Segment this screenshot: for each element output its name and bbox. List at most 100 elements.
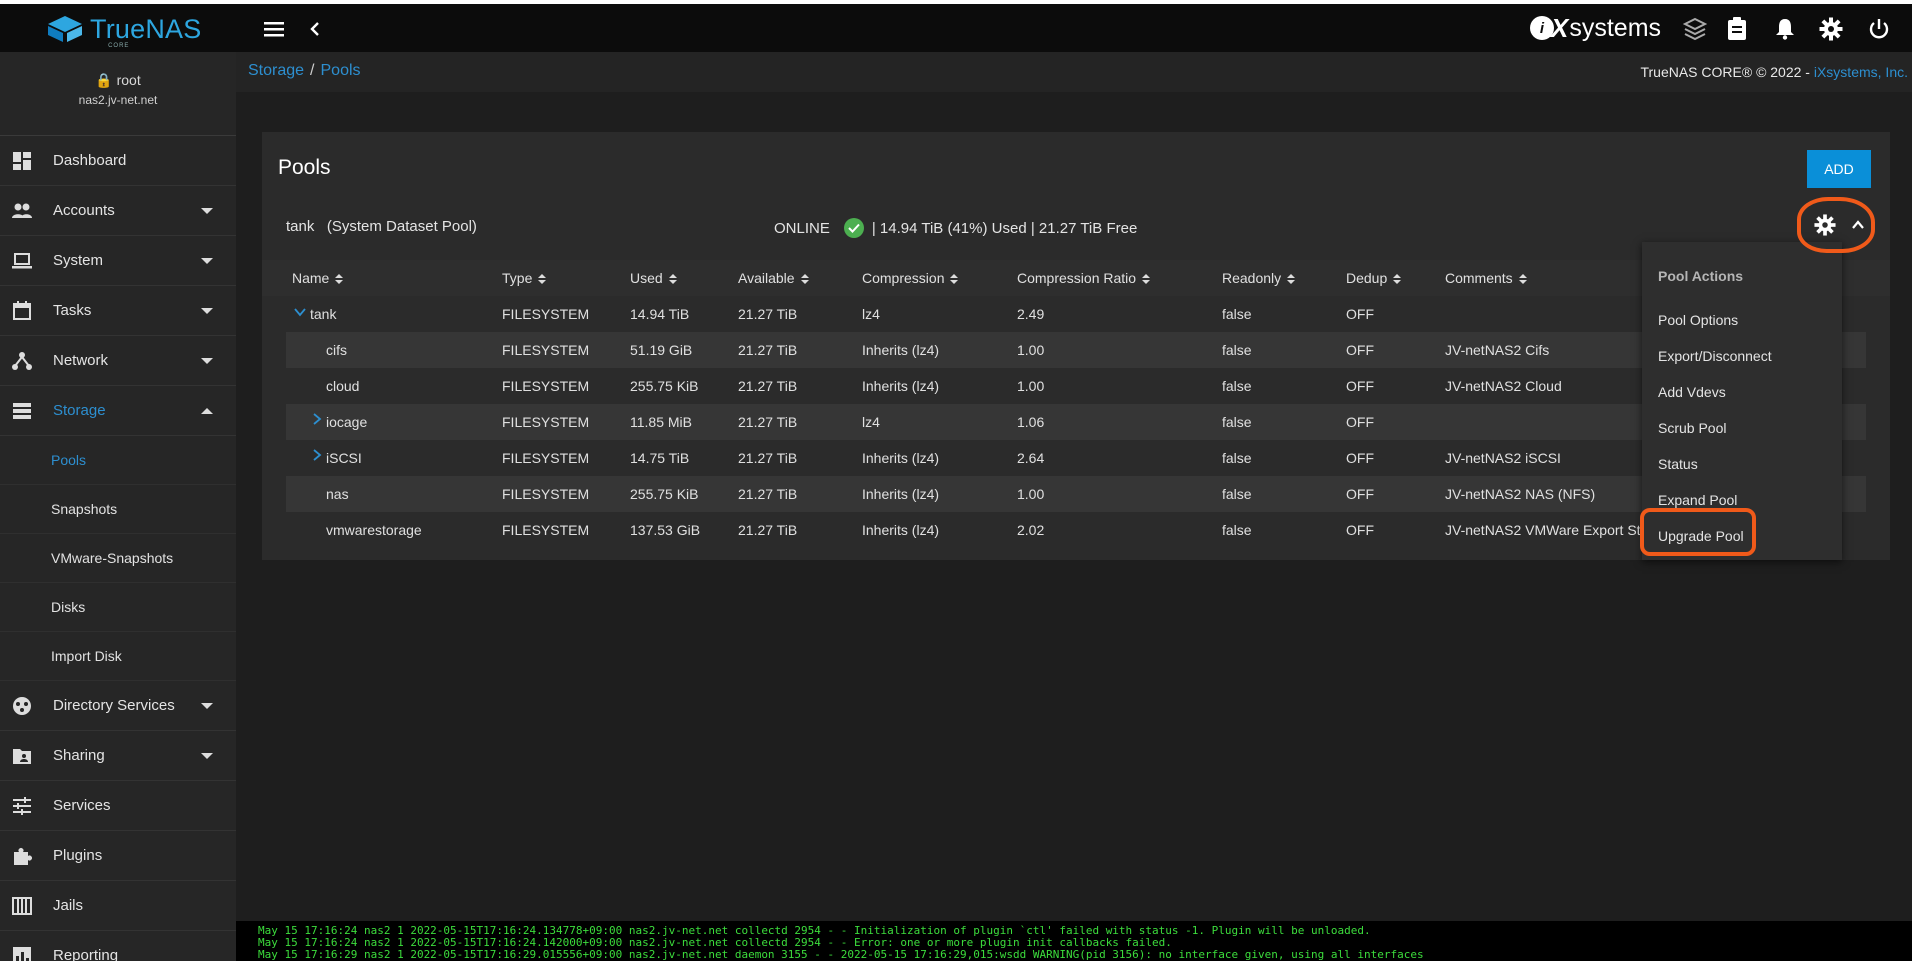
sidebar-item-label: Sharing bbox=[53, 747, 105, 764]
sidebar-item-storage[interactable]: Storage bbox=[0, 386, 236, 436]
cell-readonly: false bbox=[1222, 450, 1252, 466]
laptop-icon bbox=[12, 253, 32, 269]
column-header-comments[interactable]: Comments bbox=[1445, 270, 1527, 286]
sidebar-item-network[interactable]: Network bbox=[0, 336, 236, 386]
power-icon[interactable] bbox=[1866, 16, 1892, 42]
back-icon[interactable] bbox=[302, 16, 328, 42]
column-header-readonly[interactable]: Readonly bbox=[1222, 270, 1296, 286]
cell-compression: Inherits (lz4) bbox=[862, 378, 940, 394]
calendar-icon bbox=[13, 301, 31, 320]
sidebar-subitem-disks[interactable]: Disks bbox=[0, 583, 236, 632]
menu-item-export-disconnect[interactable]: Export/Disconnect bbox=[1658, 348, 1772, 364]
column-header-compression-ratio[interactable]: Compression Ratio bbox=[1017, 270, 1151, 286]
cell-compression: Inherits (lz4) bbox=[862, 486, 940, 502]
ixsystems-link[interactable]: iXsystems, Inc. bbox=[1814, 64, 1908, 80]
cell-readonly: false bbox=[1222, 306, 1252, 322]
directory-icon bbox=[13, 697, 31, 715]
sidebar-item-directory-services[interactable]: Directory Services bbox=[0, 681, 236, 731]
sidebar: 🔒 root nas2.jv-net.net Dashboard Account… bbox=[0, 52, 236, 961]
sort-icon bbox=[800, 274, 809, 284]
layers-icon[interactable] bbox=[1682, 16, 1708, 42]
breadcrumb-pools[interactable]: Pools bbox=[321, 62, 361, 79]
column-header-compression[interactable]: Compression bbox=[862, 270, 959, 286]
sidebar-item-label: Plugins bbox=[53, 847, 103, 864]
puzzle-icon bbox=[14, 848, 32, 865]
cell-used: 14.94 TiB bbox=[630, 306, 690, 322]
sidebar-subitem-pools[interactable]: Pools bbox=[0, 436, 236, 485]
cell-ratio: 2.02 bbox=[1017, 522, 1045, 538]
chevron-down-icon bbox=[201, 258, 213, 264]
menu-item-expand-pool[interactable]: Expand Pool bbox=[1658, 492, 1737, 508]
sidebar-item-services[interactable]: Services bbox=[0, 781, 236, 831]
cell-readonly: false bbox=[1222, 522, 1252, 538]
table-row[interactable]: vmwarestorage FILESYSTEM 137.53 GiB 21.2… bbox=[286, 512, 1866, 548]
sidebar-item-system[interactable]: System bbox=[0, 236, 236, 286]
sidebar-subitem-vmware-snapshots[interactable]: VMware-Snapshots bbox=[0, 534, 236, 583]
menu-item-scrub-pool[interactable]: Scrub Pool bbox=[1658, 420, 1726, 436]
column-header-available[interactable]: Available bbox=[738, 270, 809, 286]
people-icon bbox=[12, 203, 32, 218]
sidebar-item-jails[interactable]: Jails bbox=[0, 881, 236, 931]
sort-icon bbox=[1393, 274, 1402, 284]
sidebar-item-sharing[interactable]: Sharing bbox=[0, 731, 236, 781]
table-row[interactable]: iocage FILESYSTEM 11.85 MiB 21.27 TiB lz… bbox=[286, 404, 1866, 440]
cell-name: iSCSI bbox=[326, 450, 362, 466]
cell-comment: JV-netNAS2 iSCSI bbox=[1445, 450, 1561, 466]
cell-readonly: false bbox=[1222, 414, 1252, 430]
menu-item-pool-options[interactable]: Pool Options bbox=[1658, 312, 1738, 328]
breadcrumb-storage[interactable]: Storage bbox=[248, 62, 304, 79]
table-row[interactable]: cifs FILESYSTEM 51.19 GiB 21.27 TiB Inhe… bbox=[286, 332, 1866, 368]
cell-dedup: OFF bbox=[1346, 450, 1374, 466]
truenas-logo[interactable]: TrueNAS CORE bbox=[46, 13, 201, 49]
sidebar-subitem-snapshots[interactable]: Snapshots bbox=[0, 485, 236, 534]
collapsed-chevron-icon[interactable] bbox=[312, 412, 322, 428]
cell-dedup: OFF bbox=[1346, 378, 1374, 394]
cell-name: vmwarestorage bbox=[326, 522, 422, 538]
cell-used: 51.19 GiB bbox=[630, 342, 693, 358]
cell-available: 21.27 TiB bbox=[738, 378, 798, 394]
sidebar-item-label: System bbox=[53, 252, 104, 269]
sidebar-item-label: Jails bbox=[53, 897, 84, 914]
cell-used: 137.53 GiB bbox=[630, 522, 701, 538]
cell-ratio: 2.49 bbox=[1017, 306, 1045, 322]
collapsed-chevron-icon[interactable] bbox=[312, 448, 322, 464]
menu-icon[interactable] bbox=[261, 16, 287, 42]
sort-icon bbox=[1142, 274, 1151, 284]
chevron-up-icon bbox=[201, 408, 213, 414]
sidebar-item-accounts[interactable]: Accounts bbox=[0, 186, 236, 236]
gear-icon[interactable] bbox=[1818, 16, 1844, 42]
column-header-name[interactable]: Name bbox=[292, 270, 344, 286]
sidebar-item-label: Accounts bbox=[53, 202, 115, 219]
table-row[interactable]: cloud FILESYSTEM 255.75 KiB 21.27 TiB In… bbox=[286, 368, 1866, 404]
cell-dedup: OFF bbox=[1346, 486, 1374, 502]
menu-item-status[interactable]: Status bbox=[1658, 456, 1698, 472]
column-header-dedup[interactable]: Dedup bbox=[1346, 270, 1402, 286]
table-row[interactable]: nas FILESYSTEM 255.75 KiB 21.27 TiB Inhe… bbox=[286, 476, 1866, 512]
chevron-down-icon bbox=[201, 703, 213, 709]
sidebar-item-reporting[interactable]: Reporting bbox=[0, 931, 236, 961]
annotation-box-upgrade-pool bbox=[1640, 508, 1756, 556]
breadcrumb-separator: / bbox=[310, 62, 315, 79]
sidebar-item-dashboard[interactable]: Dashboard bbox=[0, 136, 236, 186]
menu-item-add-vdevs[interactable]: Add Vdevs bbox=[1658, 384, 1726, 400]
column-header-type[interactable]: Type bbox=[502, 270, 547, 286]
cell-name: tank bbox=[310, 306, 337, 322]
copyright: TrueNAS CORE® © 2022 - iXsystems, Inc. bbox=[1640, 64, 1908, 80]
sidebar-item-tasks[interactable]: Tasks bbox=[0, 286, 236, 336]
expanded-chevron-icon[interactable] bbox=[294, 304, 306, 320]
bell-icon[interactable] bbox=[1772, 16, 1798, 42]
add-pool-button[interactable]: ADD bbox=[1807, 150, 1871, 188]
lock-icon: 🔒 bbox=[95, 72, 113, 88]
table-row[interactable]: tank FILESYSTEM 14.94 TiB 21.27 TiB lz4 … bbox=[286, 296, 1866, 332]
cell-dedup: OFF bbox=[1346, 342, 1374, 358]
table-row[interactable]: iSCSI FILESYSTEM 14.75 TiB 21.27 TiB Inh… bbox=[286, 440, 1866, 476]
breadcrumb-bar: Storage / Pools TrueNAS CORE® © 2022 - iXs… bbox=[236, 52, 1912, 92]
sidebar-item-plugins[interactable]: Plugins bbox=[0, 831, 236, 881]
dashboard-icon bbox=[13, 152, 31, 170]
sidebar-item-label: Services bbox=[53, 797, 111, 814]
cell-compression: Inherits (lz4) bbox=[862, 450, 940, 466]
sidebar-subitem-import-disk[interactable]: Import Disk bbox=[0, 632, 236, 681]
column-header-used[interactable]: Used bbox=[630, 270, 677, 286]
clipboard-icon[interactable] bbox=[1724, 16, 1750, 42]
console-log: May 15 17:16:24 nas2 1 2022-05-15T17:16:… bbox=[236, 921, 1912, 961]
